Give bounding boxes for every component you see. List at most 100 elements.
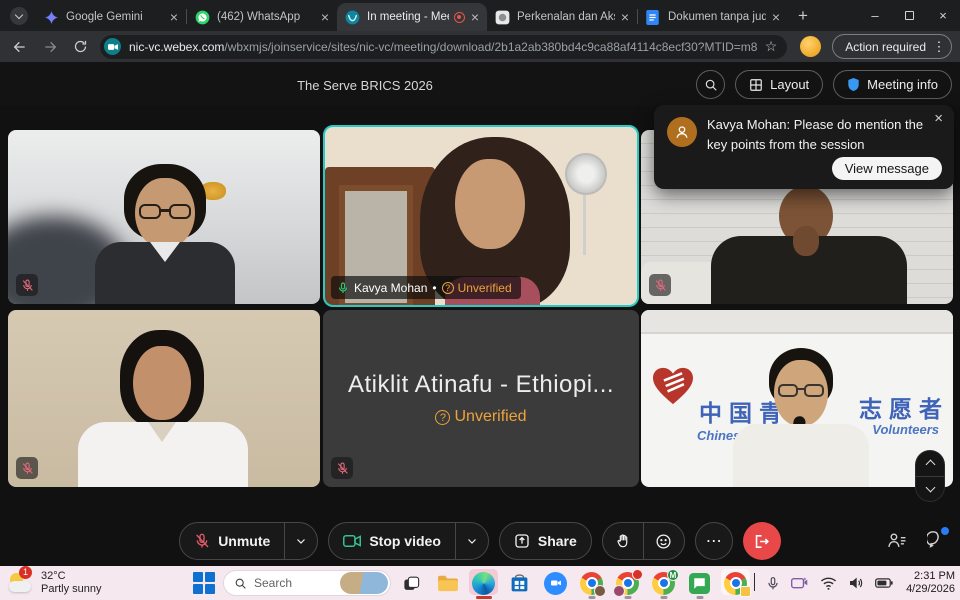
unverified-badge: ? Unverified — [442, 281, 512, 295]
url-text: nic-vc.webex.com/wbxmjs/joinservice/site… — [129, 40, 757, 54]
running-indicator — [588, 596, 595, 599]
camera-in-use-icon — [104, 38, 121, 55]
tab-whatsapp[interactable]: (462) WhatsApp × — [187, 3, 337, 31]
tab-label: In meeting - Meeting — [367, 11, 449, 23]
search-button[interactable] — [696, 70, 725, 99]
chat-button[interactable] — [927, 530, 946, 549]
raise-hand-button[interactable] — [603, 523, 643, 559]
taskbar-weather-widget[interactable]: 1 32°C Partly sunny — [8, 570, 102, 596]
chrome-profile3-button[interactable]: M — [648, 566, 679, 600]
notification-badge — [632, 569, 643, 580]
reload-button[interactable] — [68, 35, 92, 59]
chevron-down-icon — [925, 482, 935, 492]
meeting-header-actions: Layout Meeting info — [696, 70, 952, 99]
mic-icon — [766, 576, 780, 591]
search-highlight-image — [340, 572, 388, 594]
more-options-button[interactable]: ⋯ — [695, 522, 733, 560]
tray-expand-button[interactable] — [754, 574, 755, 592]
forward-button[interactable] — [38, 35, 62, 59]
muted-badge — [16, 274, 38, 296]
maximize-button[interactable] — [892, 0, 926, 31]
folder-icon — [437, 574, 459, 592]
window-close-button[interactable]: × — [926, 0, 960, 31]
unmute-options-button[interactable] — [285, 523, 317, 559]
video-tile-participant-4[interactable] — [8, 310, 320, 487]
google-chat-icon — [689, 573, 710, 594]
tab-close-icon[interactable]: × — [321, 10, 329, 24]
bookmark-star-icon[interactable]: ☆ — [765, 38, 778, 55]
running-indicator — [660, 596, 667, 599]
tab-close-icon[interactable]: × — [471, 10, 479, 24]
tray-app-icon[interactable] — [791, 576, 809, 591]
whatsapp-icon — [195, 10, 210, 25]
chrome-profile1-button[interactable] — [576, 566, 607, 600]
browser-menu-icon[interactable]: ⋮ — [932, 39, 946, 55]
stop-video-options-button[interactable] — [456, 523, 488, 559]
scroll-down-button[interactable] — [916, 477, 944, 502]
unverified-icon: ? — [442, 282, 454, 294]
cloud-icon — [9, 581, 31, 592]
wifi-indicator[interactable] — [820, 576, 837, 591]
meeting-info-button[interactable]: Meeting info — [833, 70, 952, 99]
running-indicator — [476, 596, 492, 599]
view-message-button[interactable]: View message — [832, 157, 942, 180]
edge-button[interactable] — [468, 566, 499, 600]
participants-icon — [887, 531, 907, 549]
start-button[interactable] — [190, 568, 218, 598]
address-bar[interactable]: nic-vc.webex.com/wbxmjs/joinservice/site… — [100, 35, 787, 59]
minimize-button[interactable]: – — [858, 0, 892, 31]
new-tab-button[interactable]: + — [798, 6, 808, 26]
video-tile-name-only[interactable]: Atiklit Atinafu - Ethiopi... ?Unverified — [323, 310, 639, 487]
ceiling-line — [641, 310, 953, 334]
reactions-button[interactable] — [644, 523, 684, 559]
action-required-chip[interactable]: Action required ⋮ — [832, 34, 952, 59]
volume-indicator[interactable] — [848, 576, 864, 590]
weather-badge: 1 — [19, 566, 32, 579]
back-button[interactable] — [8, 35, 32, 59]
chat-notification[interactable]: Kavya Mohan: Please do mention the key p… — [654, 105, 954, 189]
chevron-down-icon — [15, 10, 23, 18]
stop-video-button[interactable]: Stop video — [329, 523, 455, 559]
leave-meeting-button[interactable] — [743, 522, 781, 560]
google-chat-button[interactable] — [684, 566, 715, 600]
tab-close-icon[interactable]: × — [772, 10, 780, 24]
zoom-button[interactable] — [540, 566, 571, 600]
layout-button[interactable]: Layout — [735, 70, 823, 99]
mic-off-icon — [654, 279, 667, 292]
tab-close-icon[interactable]: × — [621, 10, 629, 24]
fan-pole — [583, 193, 586, 255]
taskbar-center: Search M — [190, 566, 751, 600]
tab-search-button[interactable] — [10, 7, 28, 25]
taskbar-search[interactable]: Search — [223, 570, 391, 596]
video-tile-participant-6[interactable]: 中国青 志愿者 Chinese Volunteers — [641, 310, 953, 487]
unmute-button[interactable]: Unmute — [180, 523, 284, 559]
notification-close-icon[interactable]: × — [934, 110, 943, 127]
share-button[interactable]: Share — [499, 522, 592, 560]
battery-indicator[interactable] — [875, 577, 893, 589]
participants-button[interactable] — [887, 531, 907, 549]
panel-toggles — [887, 530, 946, 549]
tab-close-icon[interactable]: × — [170, 10, 178, 24]
tab-perkenalan[interactable]: Perkenalan dan Aksi Benc × — [487, 3, 637, 31]
file-explorer-button[interactable] — [432, 566, 463, 600]
chrome-active-button[interactable] — [720, 566, 751, 600]
scroll-up-button[interactable] — [916, 451, 944, 476]
weather-icon: 1 — [8, 570, 34, 596]
taskbar-clock[interactable]: 2:31 PM 4/29/2026 — [906, 570, 955, 596]
video-tile-participant-1[interactable] — [8, 130, 320, 304]
video-tile-active-speaker[interactable]: Kavya Mohan • ?Unverified — [323, 125, 639, 307]
chrome-profile2-button[interactable] — [612, 566, 643, 600]
tab-google-gemini[interactable]: Google Gemini × — [36, 3, 186, 31]
browser-tabstrip: Google Gemini × (462) WhatsApp × In meet… — [0, 0, 960, 31]
microsoft-store-button[interactable] — [504, 566, 535, 600]
profile-avatar[interactable] — [800, 36, 821, 57]
smiley-icon — [655, 533, 672, 550]
chat-notification-dot — [941, 527, 949, 535]
tab-google-docs[interactable]: Dokumen tanpa judul - G × — [638, 3, 788, 31]
task-view-button[interactable] — [396, 566, 427, 600]
clock-time: 2:31 PM — [906, 570, 955, 583]
tab-webex-meeting[interactable]: In meeting - Meeting × — [337, 3, 487, 31]
system-tray: 2:31 PM 4/29/2026 — [754, 566, 955, 600]
unverified-label: Unverified — [458, 281, 512, 295]
tray-mic-indicator[interactable] — [766, 576, 780, 591]
